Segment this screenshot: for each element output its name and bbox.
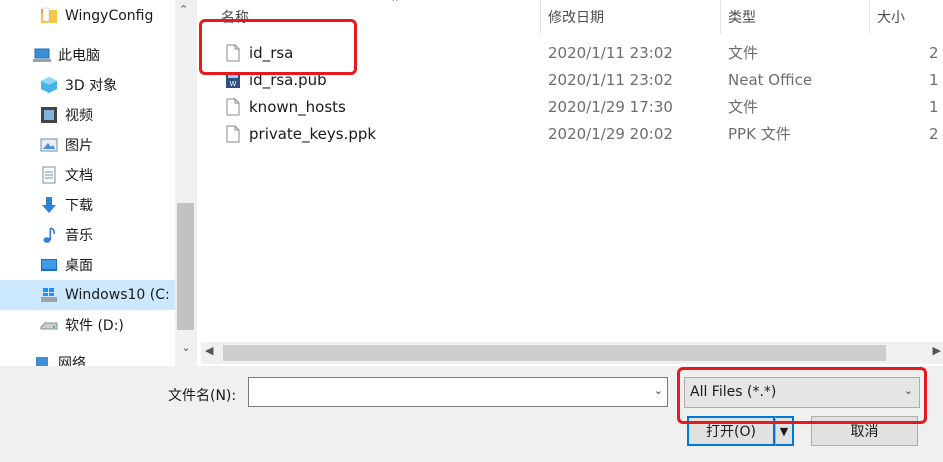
filename-label: 文件名(N): (168, 388, 237, 404)
file-date: 2020/1/11 23:02 (548, 44, 673, 62)
network-icon (33, 354, 51, 366)
file-type: PPK 文件 (728, 125, 791, 143)
file-icon (226, 44, 240, 62)
chevron-down-icon: ⌄ (903, 384, 913, 397)
folder-icon (40, 7, 58, 25)
desktop-icon (40, 256, 58, 274)
nav-item-desktop[interactable]: 桌面 (0, 250, 175, 280)
nav-item-label: 3D 对象 (65, 78, 118, 94)
music-icon (40, 226, 58, 244)
file-type: 文件 (728, 44, 759, 62)
scroll-left-arrow-icon[interactable]: ◀ (205, 344, 213, 357)
nav-item-network[interactable]: 网络 (0, 348, 175, 366)
nav-item-label: 图片 (65, 138, 93, 154)
cancel-button[interactable]: 取消 (811, 416, 918, 446)
open-options-dropdown[interactable]: ▼ (775, 416, 794, 446)
scroll-down-arrow-icon[interactable]: ⌄ (179, 341, 193, 361)
computer-icon (33, 46, 51, 64)
column-header-type[interactable]: 类型 (721, 0, 870, 34)
open-button-label: 打开(O) (706, 424, 756, 440)
sort-ascending-icon: ⌃ (390, 0, 401, 10)
file-size: 2 (929, 44, 939, 62)
filter-value: All Files (*.*) (690, 384, 777, 400)
nav-item-label: 桌面 (65, 258, 93, 274)
windows-drive-icon (40, 286, 58, 304)
column-header-label: 修改日期 (548, 10, 604, 26)
file-type: 文件 (728, 98, 759, 116)
scroll-right-arrow-icon[interactable]: ▶ (933, 344, 941, 357)
nav-item-label: 下载 (65, 198, 93, 214)
nav-item-label: 网络 (58, 356, 86, 366)
nav-item-software-drive[interactable]: 软件 (D:) (0, 310, 175, 340)
file-date: 2020/1/29 17:30 (548, 98, 673, 116)
navigation-pane: WingyConfig 此电脑 3D 对象 视频 图片 文档 下载 音乐 桌面 … (0, 0, 197, 366)
file-type-filter-select[interactable]: All Files (*.*) ⌄ (684, 377, 920, 408)
file-list-horizontal-scrollbar[interactable]: ◀ ▶ (201, 342, 943, 364)
file-row-private-keys[interactable]: private_keys.ppk 2020/1/29 20:02 PPK 文件 … (197, 121, 943, 148)
video-icon (40, 106, 58, 124)
file-name: private_keys.ppk (249, 125, 377, 143)
nav-item-3d-objects[interactable]: 3D 对象 (0, 70, 175, 100)
nav-item-videos[interactable]: 视频 (0, 100, 175, 130)
scrollbar-thumb[interactable] (177, 203, 194, 330)
open-button[interactable]: 打开(O) (687, 416, 775, 446)
file-date: 2020/1/11 23:02 (548, 71, 673, 89)
file-row-id-rsa-pub[interactable]: W id_rsa.pub 2020/1/11 23:02 Neat Office… (197, 67, 943, 94)
file-size: 2 (929, 125, 939, 143)
drive-icon (40, 316, 58, 334)
navigation-vertical-scrollbar[interactable]: ⌄ (175, 0, 197, 366)
nav-item-documents[interactable]: 文档 (0, 160, 175, 190)
nav-item-wingyconfig[interactable]: WingyConfig (0, 1, 175, 31)
nav-item-label: Windows10 (C: (65, 287, 170, 303)
file-name: known_hosts (249, 98, 346, 116)
column-header-label: 名称 (221, 10, 249, 26)
nav-item-music[interactable]: 音乐 (0, 220, 175, 250)
file-size: 1 (929, 71, 939, 89)
column-header-label: 类型 (728, 10, 756, 26)
column-header-date[interactable]: 修改日期 (541, 0, 721, 34)
cancel-button-label: 取消 (850, 424, 879, 440)
file-icon (226, 98, 240, 116)
filename-combobox[interactable]: ⌄ (248, 377, 668, 407)
nav-item-label: 视频 (65, 108, 93, 124)
scrollbar-thumb[interactable] (223, 345, 886, 361)
nav-item-label: 软件 (D:) (65, 318, 124, 334)
file-icon (226, 125, 240, 143)
column-header-size[interactable]: 大小 (870, 0, 943, 34)
file-type: Neat Office (728, 71, 813, 89)
pictures-icon (40, 136, 58, 154)
caret-down-icon: ▼ (779, 424, 789, 438)
filename-input[interactable] (251, 379, 647, 407)
file-size: 1 (929, 98, 939, 116)
svg-text:W: W (230, 80, 237, 88)
file-name: id_rsa (249, 44, 294, 62)
nav-item-label: WingyConfig (65, 8, 154, 24)
file-name: id_rsa.pub (249, 71, 327, 89)
download-icon (40, 196, 58, 214)
nav-item-downloads[interactable]: 下载 (0, 190, 175, 220)
file-row-known-hosts[interactable]: known_hosts 2020/1/29 17:30 文件 1 (197, 94, 943, 121)
nav-item-label: 文档 (65, 168, 93, 184)
nav-item-pictures[interactable]: 图片 (0, 130, 175, 160)
documents-icon (40, 166, 58, 184)
neat-office-file-icon: W (226, 72, 240, 88)
file-date: 2020/1/29 20:02 (548, 125, 673, 143)
scroll-up-arrow-icon[interactable]: ⌃ (179, 3, 188, 16)
column-header-name[interactable]: 名称 ⌃ (214, 0, 541, 34)
nav-item-windows10-drive[interactable]: Windows10 (C: (0, 280, 175, 310)
3d-objects-icon (40, 76, 58, 94)
nav-item-label: 音乐 (65, 228, 93, 244)
file-list: 名称 ⌃ 修改日期 类型 大小 id_rsa 2020/1/11 23:02 文… (197, 0, 943, 366)
column-header-label: 大小 (877, 10, 905, 26)
chevron-down-icon[interactable]: ⌄ (654, 384, 663, 397)
nav-item-this-pc[interactable]: 此电脑 (0, 40, 175, 70)
file-row-id-rsa[interactable]: id_rsa 2020/1/11 23:02 文件 2 (197, 40, 943, 67)
nav-item-label: 此电脑 (58, 48, 100, 64)
